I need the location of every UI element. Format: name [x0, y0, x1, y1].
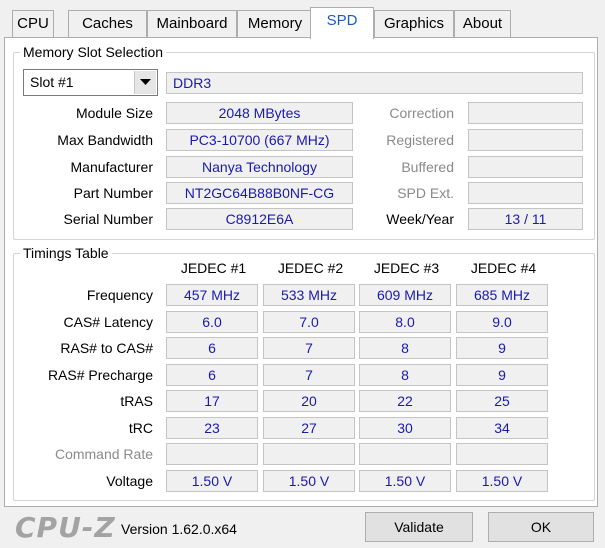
timings-cell	[166, 443, 258, 465]
timings-cell: 533 MHz	[263, 284, 355, 306]
correction-label: Correction	[389, 105, 454, 121]
timings-cell: 23	[166, 417, 258, 439]
timings-col-jedec-3: JEDEC #3	[373, 260, 440, 276]
timings-cell: 8.0	[359, 311, 451, 333]
serial-number-value: C8912E6A	[166, 208, 353, 230]
timings-cell: 1.50 V	[359, 470, 451, 492]
timings-cell: 22	[359, 390, 451, 412]
timings-col-jedec-1: JEDEC #1	[180, 260, 247, 276]
week-year-label: Week/Year	[386, 211, 454, 227]
registered-label: Registered	[386, 132, 454, 148]
timings-cell: 20	[263, 390, 355, 412]
timings-cell: 30	[359, 417, 451, 439]
tab-mainboard[interactable]: Mainboard	[147, 10, 237, 37]
timings-cell: 9.0	[456, 311, 548, 333]
timings-cell: 1.50 V	[166, 470, 258, 492]
timings-row-label: RAS# Precharge	[47, 367, 153, 383]
timings-cell: 685 MHz	[456, 284, 548, 306]
timings-legend: Timings Table	[23, 245, 109, 261]
timings-cell: 9	[456, 337, 548, 359]
tab-about[interactable]: About	[454, 10, 511, 37]
timings-cell	[263, 443, 355, 465]
part-number-label: Part Number	[73, 185, 153, 201]
memory-slot-legend: Memory Slot Selection	[23, 44, 164, 60]
max-bandwidth-label: Max Bandwidth	[57, 132, 153, 148]
timings-cell: 9	[456, 364, 548, 386]
memory-type-field: DDR3	[166, 72, 583, 94]
timings-row-label: tRC	[128, 420, 153, 436]
timings-cell: 8	[359, 364, 451, 386]
tab-caches[interactable]: Caches	[68, 10, 147, 37]
ok-button[interactable]: OK	[488, 512, 594, 542]
timings-col-jedec-4: JEDEC #4	[470, 260, 537, 276]
timings-cell: 6	[166, 337, 258, 359]
timings-cell: 17	[166, 390, 258, 412]
timings-cell: 8	[359, 337, 451, 359]
correction-value	[468, 102, 583, 124]
manufacturer-value: Nanya Technology	[166, 156, 353, 178]
timings-row-label: Command Rate	[54, 446, 153, 462]
timings-cell: 1.50 V	[456, 470, 548, 492]
timings-cell: 34	[456, 417, 548, 439]
timings-cell: 6	[166, 364, 258, 386]
week-year-value: 13 / 11	[468, 208, 583, 230]
timings-row-label: Frequency	[86, 287, 153, 303]
timings-cell: 7.0	[263, 311, 355, 333]
timings-row-label: RAS# to CAS#	[60, 340, 153, 356]
tab-memory[interactable]: Memory	[237, 10, 313, 37]
timings-cell: 25	[456, 390, 548, 412]
max-bandwidth-value: PC3-10700 (667 MHz)	[166, 129, 353, 151]
slot-select[interactable]: Slot #1	[23, 69, 158, 96]
timings-cell: 6.0	[166, 311, 258, 333]
cpuz-logo: CPU-Z	[15, 511, 116, 544]
timings-col-jedec-2: JEDEC #2	[277, 260, 344, 276]
buffered-value	[468, 156, 583, 178]
serial-number-label: Serial Number	[63, 211, 153, 227]
timings-row-label: Voltage	[106, 473, 153, 489]
timings-row-label: tRAS	[120, 393, 153, 409]
timings-cell: 1.50 V	[263, 470, 355, 492]
buffered-label: Buffered	[401, 159, 454, 175]
version-text: Version 1.62.0.x64	[121, 521, 237, 537]
registered-value	[468, 129, 583, 151]
timings-row-label: CAS# Latency	[63, 314, 154, 330]
timings-cell: 609 MHz	[359, 284, 451, 306]
spd-ext-value	[468, 182, 583, 204]
timings-cell	[359, 443, 451, 465]
timings-cell: 457 MHz	[166, 284, 258, 306]
tab-graphics[interactable]: Graphics	[374, 10, 454, 37]
timings-cell	[456, 443, 548, 465]
timings-cell: 7	[263, 337, 355, 359]
timings-cell: 7	[263, 364, 355, 386]
part-number-value: NT2GC64B88B0NF-CG	[166, 182, 353, 204]
chevron-down-icon[interactable]	[134, 71, 156, 94]
slot-select-value: Slot #1	[30, 74, 74, 90]
timings-cell: 27	[263, 417, 355, 439]
spd-ext-label: SPD Ext.	[397, 185, 454, 201]
tab-spd[interactable]: SPD	[310, 7, 374, 39]
manufacturer-label: Manufacturer	[70, 159, 153, 175]
tab-cpu[interactable]: CPU	[12, 10, 54, 37]
validate-button[interactable]: Validate	[365, 512, 473, 542]
module-size-value: 2048 MBytes	[166, 102, 353, 124]
module-size-label: Module Size	[75, 105, 153, 121]
